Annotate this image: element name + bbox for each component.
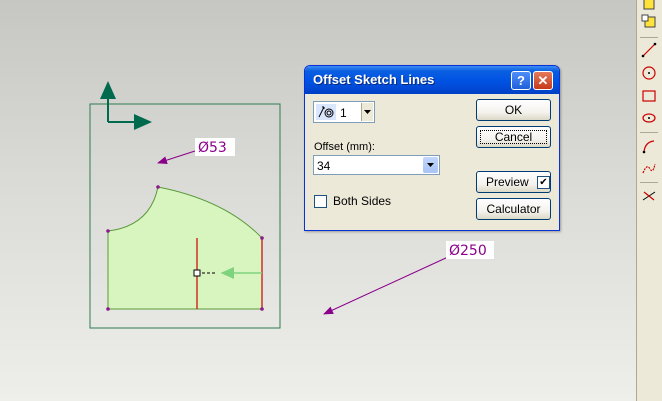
calculator-label: Calculator — [486, 202, 541, 216]
chevron-down-icon[interactable] — [423, 157, 438, 173]
sketch-toolbar — [636, 0, 662, 401]
dialog-title: Offset Sketch Lines — [313, 72, 435, 87]
offset-label: Offset (mm): — [314, 141, 375, 153]
help-icon: ? — [517, 73, 525, 88]
preview-checkbox[interactable]: ✔ — [537, 176, 550, 189]
trim-icon[interactable] — [639, 186, 659, 206]
table-icon[interactable] — [639, 12, 659, 32]
circle-icon[interactable] — [639, 63, 659, 83]
rectangle-icon[interactable] — [639, 86, 659, 106]
dialog-titlebar[interactable]: Offset Sketch Lines ? ✕ — [305, 66, 559, 94]
both-sides-option[interactable]: Both Sides — [314, 193, 391, 209]
preview-label: Preview — [486, 175, 529, 189]
line-icon[interactable] — [639, 40, 659, 60]
offset-sketch-lines-dialog: Offset Sketch Lines ? ✕ 1 OK Cancel Offs… — [304, 65, 560, 231]
dimension-large[interactable]: Ø250 — [323, 241, 494, 315]
cancel-button[interactable]: Cancel — [476, 126, 551, 148]
preview-button[interactable]: Preview ✔ — [476, 171, 551, 193]
offset-value: 34 — [317, 159, 331, 173]
help-button[interactable]: ? — [511, 71, 531, 90]
offset-field[interactable]: 34 — [313, 155, 440, 175]
line-count-value: 1 — [340, 106, 347, 120]
both-sides-checkbox[interactable] — [314, 194, 327, 208]
close-icon: ✕ — [537, 72, 549, 88]
spline-icon[interactable] — [639, 158, 659, 178]
both-sides-label: Both Sides — [333, 194, 392, 208]
line-count-dropdown[interactable]: 1 — [313, 101, 375, 123]
sketch-profile[interactable] — [107, 186, 263, 310]
chevron-down-icon[interactable] — [361, 103, 373, 121]
ok-button[interactable]: OK — [476, 99, 551, 121]
dimension-small-label: Ø53 — [198, 140, 227, 156]
cancel-label: Cancel — [494, 130, 533, 144]
ok-label: OK — [504, 103, 523, 117]
coordinate-axes-icon — [100, 81, 152, 130]
dimension-small[interactable]: Ø53 — [157, 138, 235, 165]
close-button[interactable]: ✕ — [533, 71, 553, 90]
calculator-button[interactable]: Calculator — [476, 198, 551, 220]
checkmark-icon: ✔ — [539, 176, 548, 188]
arc-icon[interactable] — [639, 136, 659, 156]
dimension-large-label: Ø250 — [449, 243, 487, 259]
ellipse-icon[interactable] — [639, 108, 659, 128]
offset-lines-icon — [316, 104, 336, 120]
